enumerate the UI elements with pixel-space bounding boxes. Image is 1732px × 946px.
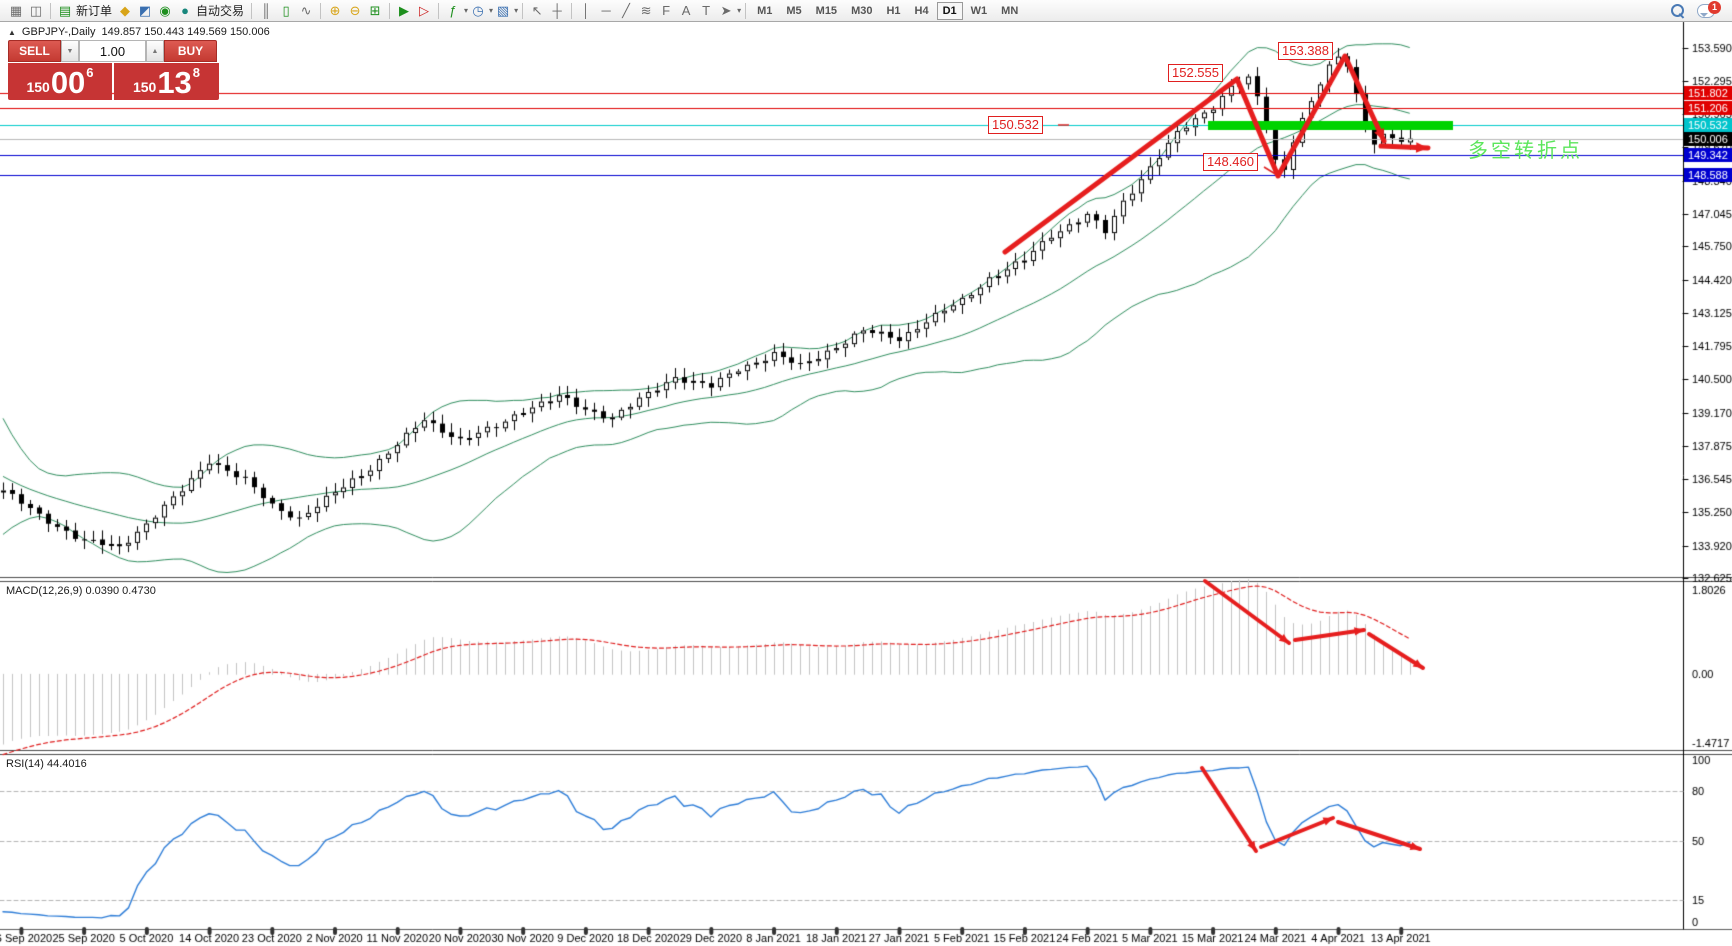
vertical-line-icon[interactable]: │ (577, 2, 595, 20)
sell-price-button[interactable]: 150 00 6 (8, 63, 112, 100)
chart-window-icon[interactable]: ▦ (7, 2, 25, 20)
auto-trading-label[interactable]: 自动交易 (196, 2, 244, 19)
toolbar-separator (438, 2, 440, 19)
text-label-icon[interactable]: T (697, 2, 715, 20)
price-tag[interactable]: 150.532 (988, 116, 1043, 134)
one-click-trading-panel: SELL ▼ 1.00 ▲ BUY 150 00 6 150 13 8 (8, 40, 219, 100)
tile-windows-icon[interactable]: ⊞ (366, 2, 384, 20)
tab-timeframe-h1[interactable]: H1 (880, 2, 906, 20)
buy-price-pip: 8 (192, 65, 201, 80)
auto-scroll-icon[interactable]: ▶ (395, 2, 413, 20)
toolbar-separator (320, 2, 322, 19)
equidistant-channel-icon[interactable]: ≋ (637, 2, 655, 20)
horizontal-line-icon[interactable]: ─ (597, 2, 615, 20)
tab-timeframe-d1[interactable]: D1 (936, 1, 963, 20)
sell-button[interactable]: SELL (8, 40, 61, 62)
chat-bubble-icon: 1 (1697, 0, 1721, 18)
zoom-out-icon[interactable]: ⊖ (346, 2, 364, 20)
tab-timeframe-m1[interactable]: M1 (751, 2, 778, 20)
trendline-icon[interactable]: ╱ (617, 2, 635, 20)
price-tag[interactable]: 148.460 (1203, 153, 1258, 171)
volume-decrease-button[interactable]: ▼ (61, 40, 79, 62)
main-toolbar: ▦ ◫ ▤ 新订单 ◆ ◩ ◉ ● 自动交易 ║ ▯ ∿ ⊕ ⊖ ⊞ ▶ ▷ ƒ… (0, 0, 1732, 22)
cursor-icon[interactable]: ↖ (528, 2, 546, 20)
text-icon[interactable]: A (677, 2, 695, 20)
news-icon[interactable]: ◉ (156, 2, 174, 20)
tab-timeframe-m30[interactable]: M30 (845, 2, 878, 20)
buy-button[interactable]: BUY (164, 40, 217, 62)
arrows-dropdown-icon[interactable]: ▾ (737, 6, 741, 15)
buy-price-big: 13 (157, 65, 192, 100)
tab-timeframe-h4[interactable]: H4 (909, 2, 935, 20)
search-icon[interactable] (1668, 2, 1686, 20)
arrows-tool-icon[interactable]: ➤ (717, 2, 735, 20)
candlestick-chart-icon[interactable]: ▯ (277, 2, 295, 20)
chart-title: ▲ GBPJPY-,Daily 149.857 150.443 149.569 … (8, 26, 270, 38)
price-tag[interactable]: 153.388 (1278, 42, 1333, 60)
price-tag[interactable]: 152.555 (1168, 64, 1223, 82)
zoom-in-icon[interactable]: ⊕ (326, 2, 344, 20)
periods-clock-icon[interactable]: ◷ (469, 2, 487, 20)
templates-dropdown-icon[interactable]: ▾ (514, 6, 518, 15)
crosshair-icon[interactable]: ┼ (548, 2, 566, 20)
sell-price-pip: 6 (86, 65, 94, 80)
tab-timeframe-mn[interactable]: MN (995, 2, 1024, 20)
toolbar-separator (50, 2, 51, 19)
toolbar-separator (571, 2, 573, 19)
macd-label: MACD(12,26,9) 0.0390 0.4730 (6, 585, 156, 597)
notification-badge: 1 (1708, 0, 1721, 14)
toolbar-separator (522, 2, 524, 19)
fibonacci-icon[interactable]: F (657, 2, 675, 20)
symbol-period-label: GBPJPY-,Daily (21, 26, 96, 38)
turning-point-note[interactable]: 多空转折点 (1468, 134, 1583, 163)
buy-price-button[interactable]: 150 13 8 (114, 63, 219, 100)
auto-trading-icon[interactable]: ● (176, 2, 194, 20)
rsi-label: RSI(14) 44.4016 (6, 758, 87, 770)
toolbar-separator (389, 2, 391, 19)
sell-price-big: 00 (50, 65, 86, 100)
toolbar-separator (745, 2, 747, 19)
sell-price-prefix: 150 (26, 79, 50, 95)
tab-timeframe-m5[interactable]: M5 (780, 2, 807, 20)
indicators-dropdown-icon[interactable]: ▾ (464, 6, 468, 15)
mt4-window: ▦ ◫ ▤ 新订单 ◆ ◩ ◉ ● 自动交易 ║ ▯ ∿ ⊕ ⊖ ⊞ ▶ ▷ ƒ… (0, 0, 1732, 946)
indicators-icon[interactable]: ƒ (444, 2, 462, 20)
new-order-icon[interactable]: ▤ (56, 2, 74, 20)
chat-icon[interactable]: 1 (1697, 0, 1721, 20)
chart-shift-icon[interactable]: ▷ (415, 2, 433, 20)
tab-timeframe-m15[interactable]: M15 (810, 2, 843, 20)
ohlc-readout: 149.857 150.443 149.569 150.006 (101, 26, 270, 38)
new-order-label[interactable]: 新订单 (76, 2, 112, 19)
volume-input[interactable]: 1.00 (79, 40, 146, 62)
history-center-icon[interactable]: ◆ (116, 2, 134, 20)
bar-chart-icon[interactable]: ║ (257, 2, 275, 20)
periods-dropdown-icon[interactable]: ▾ (489, 6, 493, 15)
volume-increase-button[interactable]: ▲ (146, 40, 164, 62)
publisher-icon[interactable]: ◩ (136, 2, 154, 20)
tab-timeframe-w1[interactable]: W1 (965, 2, 994, 20)
toolbar-separator (251, 2, 253, 19)
market-watch-icon[interactable]: ◫ (27, 2, 45, 20)
one-click-collapse-icon[interactable]: ▲ (8, 28, 16, 37)
buy-price-prefix: 150 (132, 79, 157, 95)
line-chart-icon[interactable]: ∿ (297, 2, 315, 20)
templates-icon[interactable]: ▧ (494, 2, 512, 20)
